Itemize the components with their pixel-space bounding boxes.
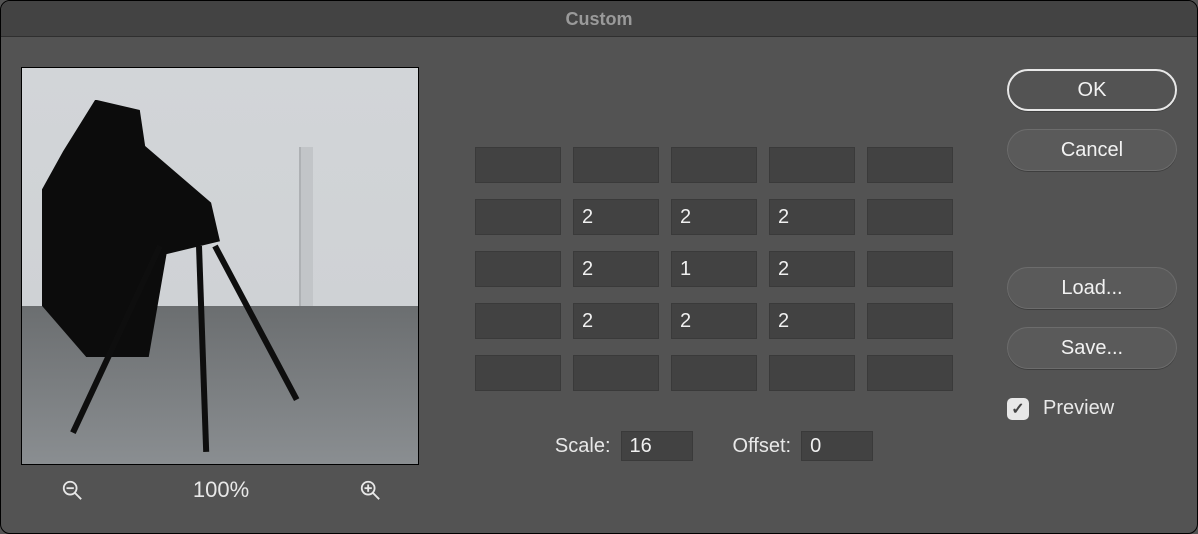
kernel-cell[interactable] <box>769 303 855 339</box>
kernel-cell[interactable] <box>573 303 659 339</box>
preview-image-frame[interactable] <box>21 67 419 465</box>
kernel-cell[interactable] <box>769 199 855 235</box>
custom-filter-dialog: Custom 100% <box>0 0 1198 534</box>
kernel-cell[interactable] <box>671 251 757 287</box>
kernel-cell[interactable] <box>769 355 855 391</box>
offset-input[interactable] <box>801 431 873 461</box>
kernel-cell[interactable] <box>475 303 561 339</box>
kernel-matrix <box>475 147 953 391</box>
kernel-cell[interactable] <box>671 147 757 183</box>
ok-button[interactable]: OK <box>1007 69 1177 111</box>
kernel-cell[interactable] <box>867 147 953 183</box>
kernel-cell[interactable] <box>475 199 561 235</box>
kernel-cell[interactable] <box>573 355 659 391</box>
kernel-cell[interactable] <box>769 147 855 183</box>
load-button[interactable]: Load... <box>1007 267 1177 309</box>
kernel-cell[interactable] <box>867 303 953 339</box>
save-button[interactable]: Save... <box>1007 327 1177 369</box>
kernel-cell[interactable] <box>573 147 659 183</box>
kernel-cell[interactable] <box>671 355 757 391</box>
kernel-cell[interactable] <box>867 355 953 391</box>
preview-checkbox[interactable]: ✓ <box>1007 398 1029 420</box>
scale-label: Scale: <box>555 435 611 458</box>
scale-input[interactable] <box>621 431 693 461</box>
offset-label: Offset: <box>733 435 792 458</box>
kernel-cell[interactable] <box>475 251 561 287</box>
kernel-panel: Scale: Offset: <box>441 67 987 513</box>
kernel-cell[interactable] <box>867 199 953 235</box>
kernel-cell[interactable] <box>573 199 659 235</box>
cancel-button[interactable]: Cancel <box>1007 129 1177 171</box>
kernel-cell[interactable] <box>867 251 953 287</box>
dialog-title: Custom <box>1 1 1197 37</box>
preview-checkbox-label: Preview <box>1043 397 1114 420</box>
kernel-cell[interactable] <box>475 147 561 183</box>
preview-panel: 100% <box>21 67 421 513</box>
kernel-cell[interactable] <box>671 199 757 235</box>
button-column: OK Cancel Load... Save... ✓ Preview <box>1007 67 1177 513</box>
kernel-cell[interactable] <box>475 355 561 391</box>
zoom-in-icon[interactable] <box>359 479 381 501</box>
kernel-cell[interactable] <box>573 251 659 287</box>
zoom-level-label: 100% <box>193 477 249 503</box>
zoom-out-icon[interactable] <box>61 479 83 501</box>
kernel-cell[interactable] <box>769 251 855 287</box>
kernel-cell[interactable] <box>671 303 757 339</box>
preview-image <box>22 68 418 464</box>
